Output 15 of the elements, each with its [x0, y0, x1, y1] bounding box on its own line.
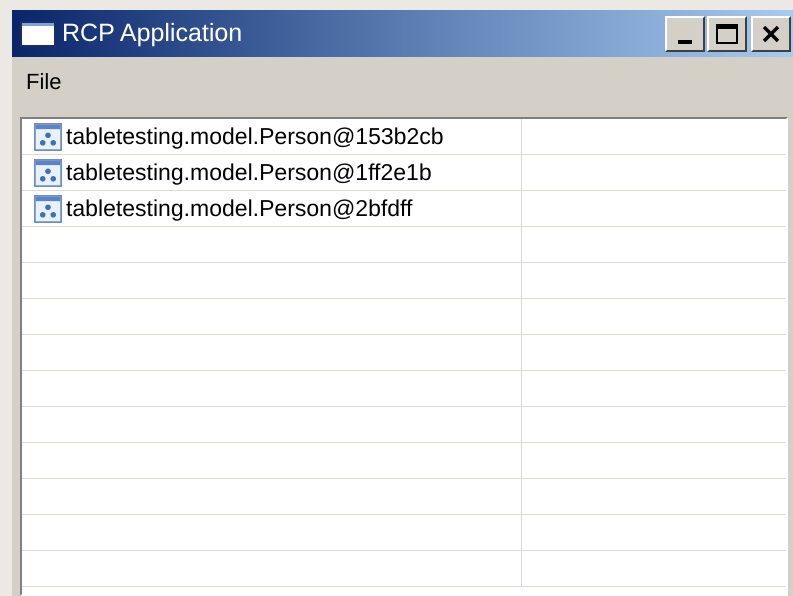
window-title: RCP Application: [62, 18, 244, 49]
close-button[interactable]: [751, 16, 791, 52]
minimize-button[interactable]: [665, 16, 705, 52]
object-icon: [34, 194, 62, 222]
close-icon: [762, 24, 780, 42]
maximize-icon: [716, 24, 738, 44]
minimize-icon: [678, 40, 692, 44]
object-icon: [34, 158, 62, 186]
maximize-button[interactable]: [707, 16, 747, 52]
table-cell[interactable]: tabletesting.model.Person@153b2cb: [22, 119, 522, 154]
object-icon: [34, 122, 62, 150]
table-cell[interactable]: tabletesting.model.Person@2bfdff: [22, 191, 522, 226]
menu-item[interactable]: File: [26, 64, 62, 98]
table-cell[interactable]: tabletesting.model.Person@1ff2e1b: [22, 155, 522, 190]
window-icon: [20, 20, 56, 46]
